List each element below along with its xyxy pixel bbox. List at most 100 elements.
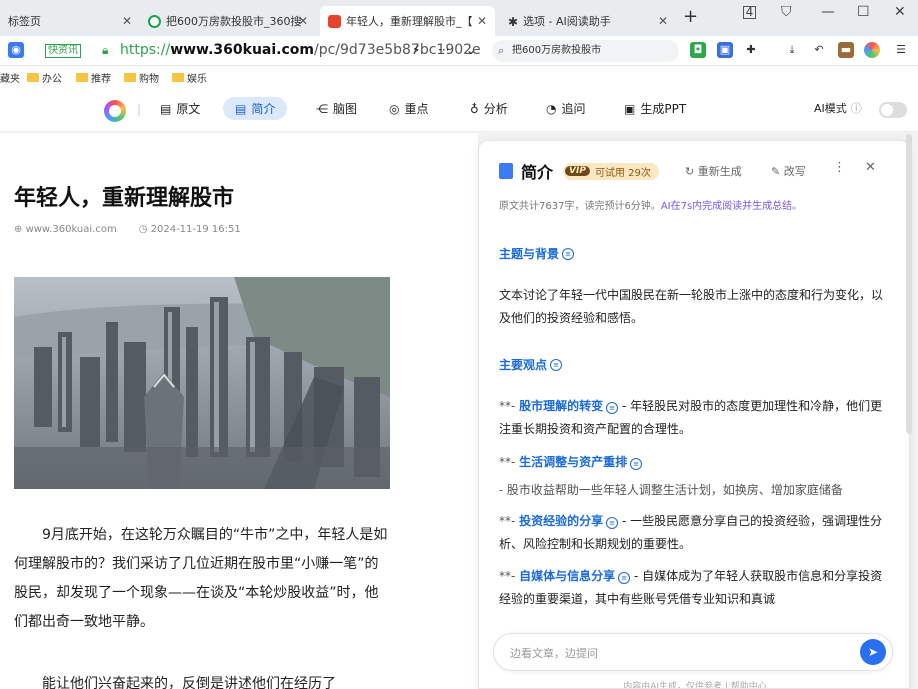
- new-tab-button[interactable]: +: [683, 6, 698, 27]
- article-title: 年轻人，重新理解股市: [14, 186, 235, 211]
- extensions-icon[interactable]: ✚: [743, 42, 759, 58]
- send-icon[interactable]: ➤: [860, 639, 886, 665]
- reader-extension-icon[interactable]: ◘: [690, 42, 706, 58]
- mindmap-icon: ⋲: [316, 101, 328, 116]
- tab-list-icon[interactable]: 4: [743, 6, 756, 19]
- vip-badge[interactable]: VIP 可试用 29次: [563, 162, 659, 180]
- toolbar-label: 生成PPT: [640, 102, 687, 116]
- bookmark-favorites[interactable]: 藏夹: [0, 70, 20, 85]
- close-tab-icon[interactable]: ✕: [122, 14, 132, 28]
- section-title: 主题与背景: [499, 247, 560, 261]
- toolbar-label: 脑图: [333, 102, 358, 116]
- menu-icon[interactable]: ☰: [893, 42, 909, 58]
- close-tab-icon[interactable]: ✕: [298, 14, 308, 28]
- download-icon[interactable]: ⤓: [784, 42, 800, 58]
- toolbar-ppt[interactable]: ▣ 生成PPT: [624, 100, 686, 117]
- bookmark-label: 办公: [42, 74, 62, 85]
- article-paragraph: 9月底开始，在这轮万众瞩目的“牛市”之中，年轻人是如何理解股市的？我们采访了几位…: [14, 527, 388, 630]
- search-box[interactable]: ⌕ 把600万房款投股市: [492, 40, 679, 62]
- url-field[interactable]: https://www.360kuai.com/pc/9d73e5b87bc19…: [120, 42, 481, 58]
- bookmark-folder[interactable]: 推荐: [76, 70, 111, 85]
- lightning-icon[interactable]: ⚡︎: [412, 43, 420, 57]
- ai-logo-icon[interactable]: [104, 100, 126, 122]
- ai-mode-toggle[interactable]: [879, 102, 907, 118]
- url-path: /pc/9d73e5b87bc1902e: [313, 42, 481, 58]
- more-icon[interactable]: ···: [438, 43, 449, 57]
- minimize-icon[interactable]: —: [821, 4, 835, 20]
- point-prefix: **-: [499, 569, 520, 583]
- chat-icon: ◔: [546, 101, 557, 116]
- source-badge: 快资讯: [45, 44, 81, 58]
- section-heading: 主题与背景 ≡: [499, 245, 575, 262]
- toolbar-summary[interactable]: ▤ 简介: [223, 97, 288, 120]
- magic-wand-icon: ✎: [771, 165, 784, 178]
- url-protocol: https://: [120, 42, 171, 58]
- toolbar-keypoints[interactable]: ◎ 重点: [389, 100, 429, 117]
- toolbar-label: 重点: [404, 102, 429, 116]
- article: 年轻人，重新理解股市 ⊕ www.360kuai.com ◷ 2024-11-1…: [0, 133, 478, 689]
- point-text-serif: - 股市收益帮助一些年轻人调整生活计划，如换房、增加家庭储备: [499, 483, 843, 497]
- point-title: 生活调整与资产重排: [519, 455, 628, 469]
- bookmark-folder[interactable]: 办公: [27, 70, 62, 85]
- bookmark-label: 藏夹: [0, 74, 20, 85]
- section-heading: 主要观点 ≡: [499, 356, 563, 373]
- document-icon: ▤: [160, 101, 172, 116]
- shirt-icon[interactable]: ⛉: [781, 4, 792, 20]
- date-text: 2024-11-19 16:51: [150, 224, 241, 235]
- ai-assistant-icon[interactable]: ◉: [8, 42, 24, 58]
- bookmarks-bar: 藏夹 办公 推荐 购物 娱乐: [0, 66, 918, 88]
- chat-input[interactable]: 边看文章，边提问 ➤: [493, 633, 893, 671]
- point-item: **- 生活调整与资产重排 ≡: [499, 451, 885, 474]
- article-source: ⊕ www.360kuai.com: [14, 224, 117, 235]
- globe-icon: ⊕: [14, 224, 26, 235]
- wallet-icon[interactable]: ▬: [838, 42, 854, 58]
- tab-new[interactable]: 标签页 ✕: [0, 6, 140, 36]
- maximize-icon[interactable]: ☐: [857, 4, 870, 20]
- more-menu-icon[interactable]: ⋮: [833, 160, 846, 175]
- intro-highlight: AI在7s内完成阅读并生成总结。: [660, 201, 803, 212]
- clock-icon: ◷: [138, 224, 151, 235]
- toolbar-followup[interactable]: ◔ 追问: [546, 100, 586, 117]
- point-prefix: **-: [499, 455, 520, 469]
- ai-logo-icon[interactable]: [864, 42, 880, 58]
- address-bar: ◉ 快资讯 🔒︎ https://www.360kuai.com/pc/9d73…: [0, 36, 918, 66]
- citation-icon[interactable]: ≡: [630, 458, 643, 470]
- toolbar-analysis[interactable]: ♁ 分析: [470, 100, 508, 117]
- ppt-icon: ▣: [624, 101, 636, 116]
- chevron-down-icon[interactable]: ⌄: [466, 43, 476, 57]
- citation-icon[interactable]: ≡: [562, 247, 575, 260]
- tab-article[interactable]: 年轻人，重新理解股市_【 ✕: [320, 6, 495, 36]
- folder-icon: [172, 73, 184, 82]
- citation-icon[interactable]: ≡: [606, 402, 619, 414]
- reader-toolbar: | ▤ 原文 ▤ 简介 ⋲ 脑图 ◎ 重点 ♁ 分析 ◔ 追问 ▣ 生成PPT AI模式 ⓘ: [0, 88, 918, 132]
- close-window-icon[interactable]: ✕: [894, 4, 906, 20]
- bookmark-folder[interactable]: 购物: [124, 70, 159, 85]
- citation-icon[interactable]: ≡: [618, 572, 631, 584]
- rewrite-label: 改写: [783, 165, 806, 178]
- close-panel-icon[interactable]: ✕: [865, 160, 876, 175]
- close-tab-icon[interactable]: ✕: [658, 14, 668, 28]
- rewrite-button[interactable]: ✎ 改写: [771, 163, 806, 179]
- toolbar-label: 原文: [176, 102, 201, 116]
- refresh-icon: ↻: [685, 165, 698, 178]
- translate-extension-icon[interactable]: ▣: [717, 42, 733, 58]
- point-prefix: **-: [499, 514, 520, 528]
- city-skyline-image: [14, 277, 390, 489]
- tab-options[interactable]: ✱ 选项 - AI阅读助手 ✕: [500, 6, 676, 36]
- scrollbar[interactable]: [906, 134, 912, 434]
- tab-search[interactable]: 把600万房款投股市_360搜 ✕: [140, 6, 316, 36]
- citation-icon[interactable]: ≡: [606, 517, 619, 529]
- close-tab-icon[interactable]: ✕: [477, 14, 487, 28]
- panel-header: 简介 VIP 可试用 29次: [499, 159, 659, 183]
- toolbar-mindmap[interactable]: ⋲ 脑图: [316, 100, 357, 117]
- regenerate-button[interactable]: ↻ 重新生成: [685, 163, 742, 179]
- help-icon[interactable]: ⓘ: [851, 100, 862, 116]
- undo-icon[interactable]: ↶: [811, 42, 827, 58]
- vip-tag: VIP: [565, 166, 590, 176]
- summary-icon: [499, 163, 513, 179]
- bookmark-folder[interactable]: 娱乐: [172, 70, 207, 85]
- tab-label: 标签页: [8, 15, 41, 28]
- toolbar-original[interactable]: ▤ 原文: [160, 100, 200, 117]
- divider: |: [137, 102, 142, 116]
- citation-icon[interactable]: ≡: [550, 358, 563, 371]
